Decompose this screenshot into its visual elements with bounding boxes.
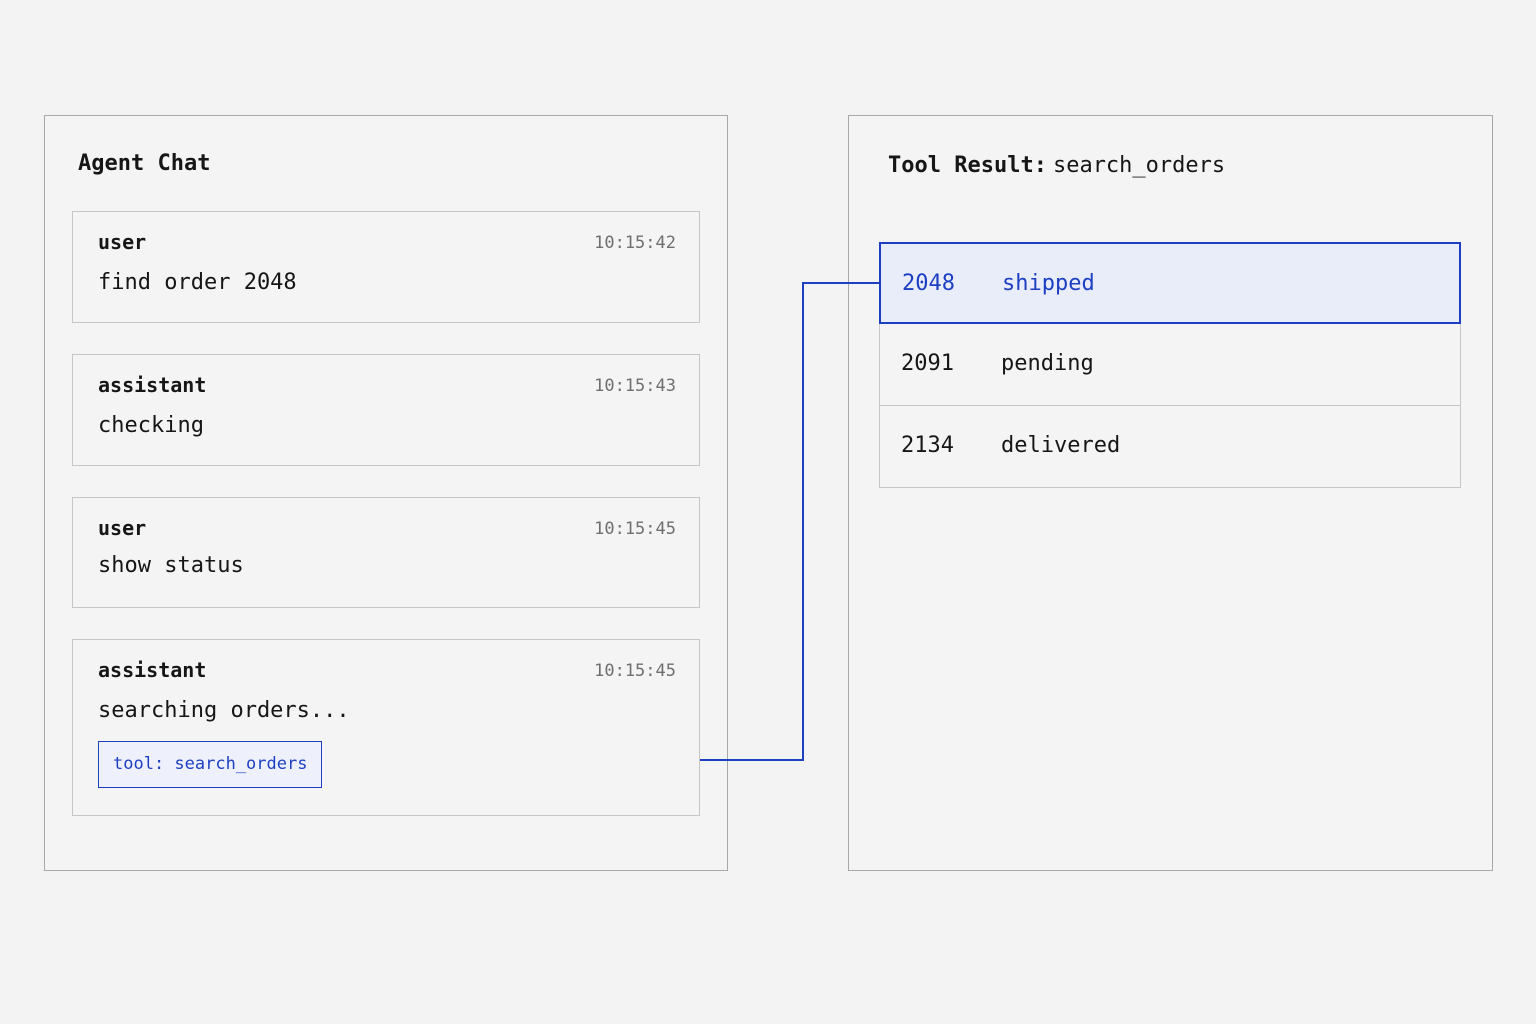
chat-message-assistant: assistant 10:15:43 checking — [72, 354, 700, 466]
message-timestamp: 10:15:43 — [594, 376, 676, 396]
order-status: shipped — [1002, 271, 1095, 296]
message-role: user — [98, 516, 147, 540]
tool-result-panel: Tool Result: search_orders 2048 shipped 2… — [848, 115, 1493, 871]
result-row[interactable]: 2134 delivered — [879, 406, 1461, 488]
chat-panel-title: Agent Chat — [78, 151, 211, 176]
order-status: pending — [1001, 351, 1094, 376]
chat-message-user: user 10:15:42 find order 2048 — [72, 211, 700, 323]
message-text: searching orders... — [98, 698, 350, 723]
order-id: 2048 — [902, 271, 955, 296]
result-panel-title: Tool Result: search_orders — [888, 153, 1225, 178]
result-table: 2048 shipped 2091 pending 2134 delivered — [879, 242, 1461, 488]
message-timestamp: 10:15:45 — [594, 661, 676, 681]
result-row[interactable]: 2091 pending — [879, 324, 1461, 406]
agent-chat-panel: Agent Chat user 10:15:42 find order 2048… — [44, 115, 728, 871]
message-text: find order 2048 — [98, 270, 297, 295]
canvas: Agent Chat user 10:15:42 find order 2048… — [0, 0, 1536, 1024]
message-text: checking — [98, 413, 204, 438]
message-role: user — [98, 230, 147, 254]
order-id: 2091 — [901, 351, 954, 376]
result-row-highlighted[interactable]: 2048 shipped — [879, 242, 1461, 324]
result-title-label: Tool Result: — [888, 153, 1047, 178]
message-text: show status — [98, 553, 244, 578]
chat-message-user: user 10:15:45 show status — [72, 497, 700, 608]
message-timestamp: 10:15:45 — [594, 519, 676, 539]
message-role: assistant — [98, 373, 207, 397]
chat-message-assistant-tool-call: assistant 10:15:45 searching orders... t… — [72, 639, 700, 816]
result-tool-name: search_orders — [1052, 153, 1226, 178]
message-role: assistant — [98, 658, 207, 682]
message-timestamp: 10:15:42 — [594, 233, 676, 253]
order-status: delivered — [1001, 433, 1121, 458]
tool-call-chip[interactable]: tool: search_orders — [98, 741, 323, 788]
order-id: 2134 — [901, 433, 954, 458]
